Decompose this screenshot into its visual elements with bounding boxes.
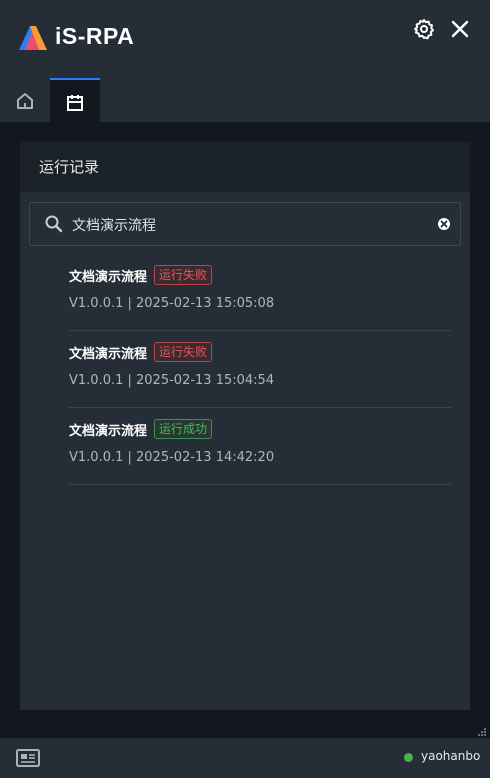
tab-bar (0, 78, 490, 122)
search-input[interactable] (70, 203, 424, 247)
id-card-icon[interactable] (16, 748, 40, 768)
record-name: 文档演示流程 (69, 346, 148, 362)
status-bar: yaohanbo (0, 738, 490, 778)
app-title: iS-RPA (55, 23, 135, 49)
record-meta: V1.0.0.1 | 2025-02-13 15:05:08 (69, 296, 275, 311)
home-icon (17, 93, 33, 109)
record-name: 文档演示流程 (69, 423, 148, 439)
record-name: 文档演示流程 (69, 269, 148, 285)
content-area: 运行记录 文档演示流程 运行失败 V1.0.0.1 | 2025-02-13 1… (0, 122, 490, 738)
status-badge: 运行失败 (154, 265, 213, 285)
run-records-panel: 运行记录 文档演示流程 运行失败 V1.0.0.1 | 2025-02-13 1… (20, 142, 470, 710)
list-item[interactable]: 文档演示流程 运行失败 V1.0.0.1 | 2025-02-13 15:05:… (69, 254, 451, 331)
search-icon (45, 215, 63, 233)
panel-title: 运行记录 (20, 142, 470, 192)
calendar-icon (67, 95, 83, 111)
settings-gear-icon[interactable] (412, 17, 436, 41)
tab-home[interactable] (0, 78, 50, 122)
title-bar: iS-RPA (0, 0, 490, 78)
clear-search-icon[interactable] (437, 217, 451, 231)
status-badge: 运行失败 (154, 342, 213, 362)
username: yaohanbo (421, 749, 481, 763)
record-meta: V1.0.0.1 | 2025-02-13 14:42:20 (69, 450, 275, 465)
record-meta: V1.0.0.1 | 2025-02-13 15:04:54 (69, 373, 275, 388)
close-icon[interactable] (448, 17, 472, 41)
search-box (29, 202, 461, 247)
resize-grip-icon[interactable] (477, 727, 487, 737)
status-badge: 运行成功 (154, 419, 213, 439)
list-item[interactable]: 文档演示流程 运行失败 V1.0.0.1 | 2025-02-13 15:04:… (69, 331, 451, 408)
online-status-dot (404, 753, 413, 762)
tab-run-records[interactable] (50, 78, 100, 122)
run-records-list: 文档演示流程 运行失败 V1.0.0.1 | 2025-02-13 15:05:… (69, 254, 451, 485)
app-logo-icon (19, 26, 47, 50)
list-item[interactable]: 文档演示流程 运行成功 V1.0.0.1 | 2025-02-13 14:42:… (69, 408, 451, 485)
